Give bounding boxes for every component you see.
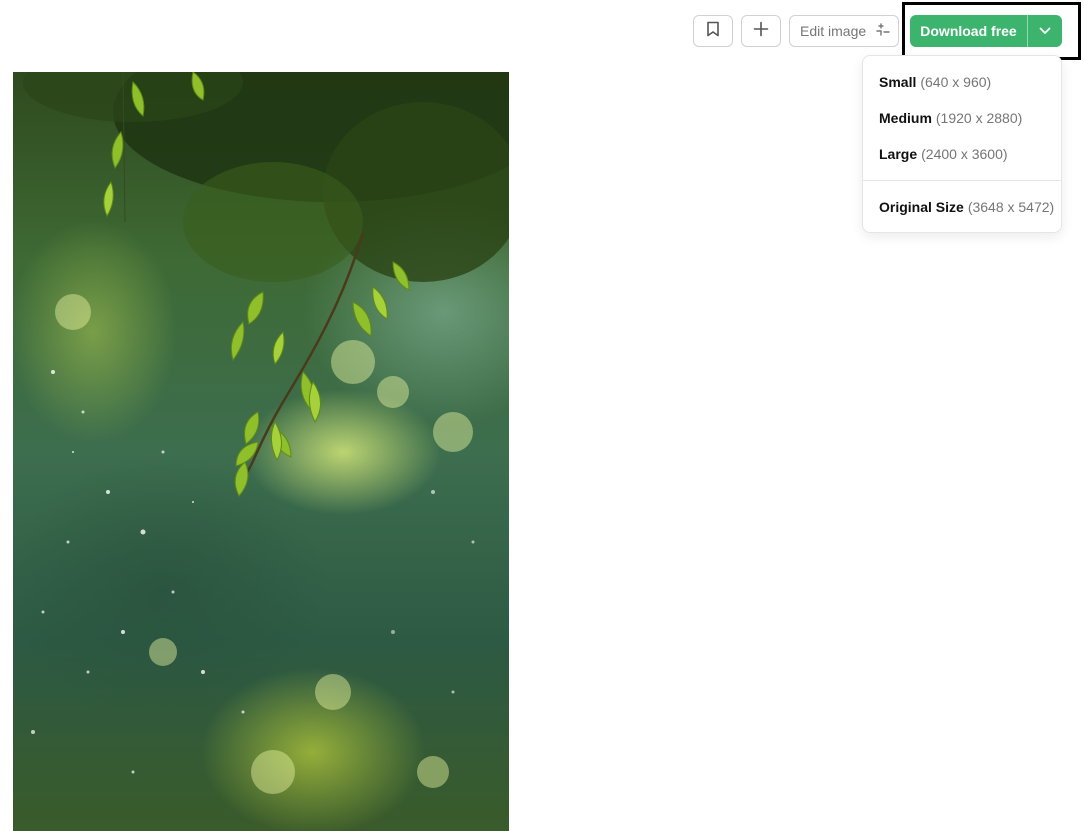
add-to-collection-button[interactable] (741, 15, 781, 47)
download-option-small[interactable]: Small (640 x 960) (863, 64, 1061, 100)
photo-page: Edit image Download free Small (640 x 96… (0, 0, 1084, 831)
option-dimensions: (1920 x 2880) (935, 110, 1023, 126)
edit-image-label: Edit image (800, 23, 867, 39)
option-dimensions: (3648 x 5472) (967, 199, 1055, 215)
plus-icon (753, 21, 769, 42)
edit-image-button[interactable]: Edit image (789, 15, 899, 47)
main-photo[interactable] (13, 72, 509, 831)
photo-artwork (23, 72, 509, 794)
bookmark-button[interactable] (693, 15, 733, 47)
download-option-medium[interactable]: Medium (1920 x 2880) (863, 100, 1061, 136)
option-dimensions: (2400 x 3600) (921, 146, 1008, 162)
option-name: Original Size (879, 199, 964, 215)
bookmark-icon (706, 21, 720, 42)
download-highlight-box (902, 2, 1081, 60)
option-name: Small (879, 74, 917, 90)
option-dimensions: (640 x 960) (920, 74, 992, 90)
download-option-large[interactable]: Large (2400 x 3600) (863, 136, 1061, 172)
option-name: Medium (879, 110, 932, 126)
magic-sparkle-icon (874, 22, 890, 41)
menu-divider (863, 180, 1061, 181)
download-size-menu: Small (640 x 960) Medium (1920 x 2880) L… (862, 55, 1062, 233)
download-option-original[interactable]: Original Size (3648 x 5472) (863, 189, 1061, 225)
option-name: Large (879, 146, 918, 162)
